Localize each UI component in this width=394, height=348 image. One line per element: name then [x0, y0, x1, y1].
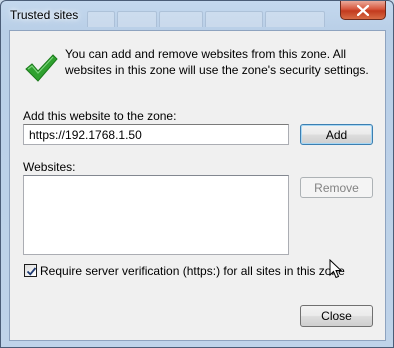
- window-close-button[interactable]: [340, 1, 386, 20]
- trusted-sites-dialog: Trusted sites You can add and remove web…: [0, 0, 394, 348]
- window-title: Trusted sites: [10, 8, 79, 22]
- require-verification-checkbox[interactable]: [24, 264, 37, 277]
- info-row: You can add and remove websites from thi…: [10, 31, 385, 91]
- website-url-field[interactable]: [23, 124, 289, 145]
- dialog-body: You can add and remove websites from thi…: [9, 30, 386, 341]
- zone-info-text: You can add and remove websites from thi…: [65, 47, 369, 77]
- websites-list[interactable]: [23, 175, 289, 255]
- close-icon: [357, 4, 369, 16]
- background-window-ghost: [87, 11, 337, 27]
- checkbox-check-icon: [26, 267, 37, 276]
- require-verification-label[interactable]: Require server verification (https:) for…: [40, 264, 345, 278]
- close-button[interactable]: Close: [300, 305, 373, 327]
- checkmark-icon: [25, 54, 58, 82]
- mouse-pointer-icon: [329, 259, 343, 279]
- websites-label: Websites:: [23, 160, 76, 174]
- add-button[interactable]: Add: [300, 124, 373, 145]
- title-bar[interactable]: Trusted sites: [1, 1, 393, 29]
- add-website-label: Add this website to the zone:: [23, 109, 177, 123]
- website-url-input[interactable]: [24, 125, 288, 144]
- remove-button[interactable]: Remove: [300, 177, 373, 198]
